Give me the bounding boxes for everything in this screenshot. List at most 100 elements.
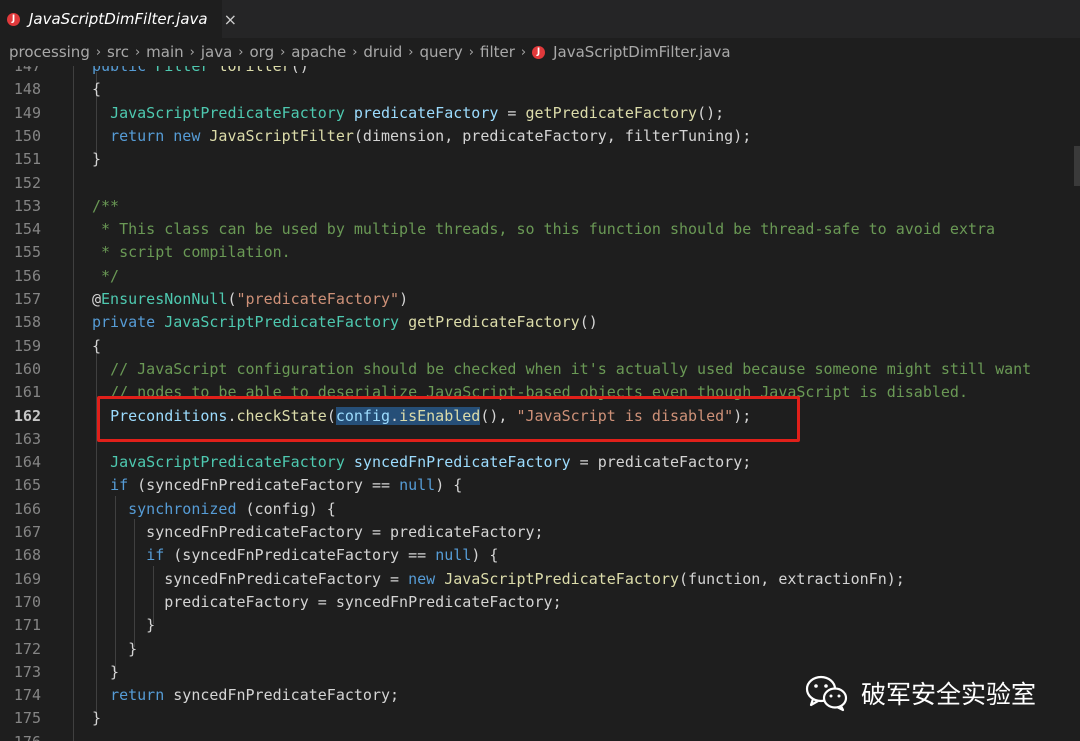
breadcrumb-separator-icon: › — [408, 44, 414, 60]
code-token: (syncedFnPredicateFactory == — [137, 476, 400, 495]
code-text: { — [92, 335, 101, 358]
wechat-icon — [805, 675, 848, 712]
code-token: * script compilation. — [92, 243, 291, 262]
code-line: 154 * This class can be used by multiple… — [0, 218, 1080, 241]
code-token: getPredicateFactory — [525, 103, 698, 122]
watermark-text: 破军安全实验室 — [861, 680, 1037, 709]
code-token: predicateFactory — [353, 103, 499, 122]
code-line: 160 // JavaScript configuration should b… — [0, 358, 1080, 381]
java-file-icon: J — [532, 45, 546, 59]
code-line: 147 public Filter toFilter() — [0, 66, 1080, 78]
code-token: (dimension, predicateFactory, filterTuni… — [353, 126, 752, 145]
line-number: 173 — [13, 662, 41, 681]
line-number: 161 — [13, 383, 41, 402]
line-number: 150 — [13, 126, 41, 145]
code-line: 169 syncedFnPredicateFactory = new JavaS… — [0, 568, 1080, 591]
code-text: syncedFnPredicateFactory = new JavaScrip… — [92, 568, 905, 591]
code-token: syncedFnPredicateFactory = predicateFact… — [92, 523, 544, 541]
code-text: * This class can be used by multiple thr… — [92, 218, 995, 241]
code-token: JavaScriptFilter — [209, 126, 354, 145]
breadcrumb: processing › src › main › java › org › apache › drui… — [0, 38, 1080, 66]
watermark: 破军安全实验室 — [805, 668, 1036, 718]
highlight-box — [97, 396, 800, 442]
code-token: JavaScriptPredicateFactory — [110, 453, 354, 472]
code-token: private — [92, 313, 165, 332]
code-line: 164 JavaScriptPredicateFactory syncedFnP… — [0, 451, 1080, 474]
code-text: } — [92, 661, 119, 684]
line-number: 149 — [13, 103, 41, 122]
code-token: { — [92, 336, 102, 355]
breadcrumb-item[interactable]: JavaScriptDimFilter.java — [553, 43, 731, 61]
line-number: 174 — [13, 686, 41, 705]
line-number: 156 — [13, 266, 41, 285]
code-text: syncedFnPredicateFactory = predicateFact… — [92, 521, 544, 544]
code-text: * script compilation. — [92, 241, 291, 264]
code-line: 148 { — [0, 78, 1080, 101]
line-number: 170 — [13, 592, 41, 611]
code-token: if — [110, 476, 138, 495]
line-number: 172 — [13, 639, 41, 658]
line-number: 167 — [13, 523, 41, 541]
tab-bar: J JavaScriptDimFilter.java × — [0, 0, 1080, 38]
code-token: @ — [92, 290, 102, 308]
code-line: 151} — [0, 148, 1080, 171]
line-number: 160 — [13, 359, 41, 378]
code-line: 165 if (syncedFnPredicateFactory == null… — [0, 474, 1080, 497]
code-token: ) — [399, 290, 409, 308]
code-text: { — [92, 78, 101, 101]
java-file-icon: J — [7, 12, 20, 26]
line-number: 168 — [13, 546, 41, 565]
code-token: () — [579, 313, 598, 332]
breadcrumb-item[interactable]: query — [419, 43, 462, 61]
line-number: 155 — [13, 243, 41, 262]
breadcrumb-item[interactable]: org — [249, 43, 274, 61]
code-text: @EnsuresNonNull("predicateFactory") — [92, 288, 408, 311]
line-number: 158 — [13, 313, 41, 332]
code-token: toFilter — [218, 66, 291, 75]
code-token: { — [92, 80, 102, 99]
breadcrumb-item[interactable]: src — [107, 43, 129, 61]
code-token: (syncedFnPredicateFactory == — [173, 546, 436, 565]
close-icon[interactable]: × — [224, 10, 237, 29]
code-line: 159 { — [0, 335, 1080, 358]
code-token: JavaScriptPredicateFactory — [444, 569, 680, 588]
code-token: null — [435, 546, 472, 565]
code-line: 166 synchronized (config) { — [0, 498, 1080, 521]
breadcrumb-separator-icon: › — [352, 44, 358, 60]
breadcrumb-item[interactable]: druid — [363, 43, 402, 61]
code-text: } — [92, 707, 101, 730]
breadcrumb-item[interactable]: filter — [480, 43, 515, 61]
breadcrumb-item[interactable]: main — [146, 43, 183, 61]
breadcrumb-item[interactable]: java — [201, 43, 232, 61]
code-token: ) { — [435, 476, 463, 495]
code-text: synchronized (config) { — [92, 498, 336, 521]
code-token: syncedFnPredicateFactory; — [173, 686, 400, 705]
line-number: 159 — [13, 336, 41, 355]
breadcrumb-item[interactable]: apache — [291, 43, 346, 61]
code-token: JavaScriptPredicateFactory — [110, 103, 354, 122]
breadcrumb-separator-icon: › — [520, 44, 527, 60]
tab-label: JavaScriptDimFilter.java — [29, 10, 208, 28]
line-number: 165 — [13, 476, 41, 495]
tab-javascriptdimfilter[interactable]: J JavaScriptDimFilter.java × — [0, 0, 237, 38]
code-token: getPredicateFactory — [408, 313, 580, 332]
line-number: 171 — [13, 616, 41, 635]
code-text: } — [92, 614, 155, 637]
code-text: private JavaScriptPredicateFactory getPr… — [92, 311, 598, 334]
breadcrumb-item[interactable]: processing — [9, 43, 90, 61]
code-token: "predicateFactory" — [236, 290, 400, 308]
code-token: * This class can be used by multiple thr… — [92, 220, 996, 239]
code-line: 152 — [0, 172, 1080, 195]
line-number: 148 — [13, 80, 41, 99]
line-number: 176 — [0, 731, 41, 741]
code-token: = predicateFactory; — [570, 453, 752, 472]
code-token: (config) { — [245, 499, 336, 518]
line-number: 151 — [13, 150, 41, 169]
code-token: return — [110, 126, 174, 145]
code-text: predicateFactory = syncedFnPredicateFact… — [92, 591, 561, 614]
